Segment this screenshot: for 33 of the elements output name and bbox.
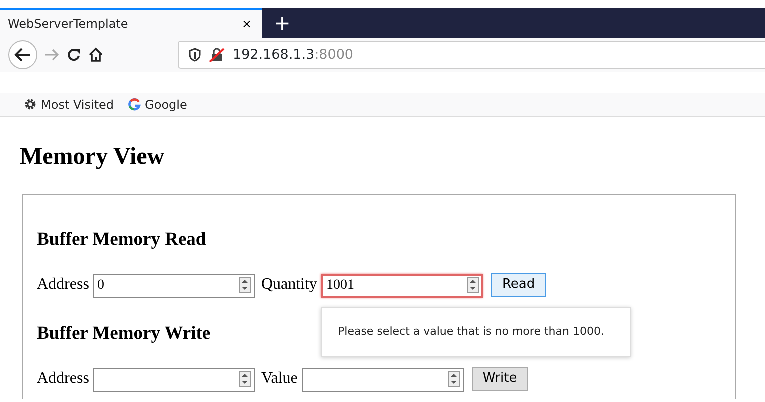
spinner-icon[interactable]: [448, 371, 460, 388]
number-field[interactable]: [93, 368, 256, 392]
submit-button[interactable]: Write: [472, 367, 528, 391]
section-heading: Buffer Memory Write: [37, 322, 211, 346]
url-text: 192.168.1.3:8000: [233, 46, 354, 65]
browser-tab[interactable]: WebServerTemplate ×: [0, 8, 262, 38]
tab-title: WebServerTemplate: [8, 16, 130, 33]
spinner-icon[interactable]: [467, 276, 480, 293]
spinner-icon[interactable]: [239, 276, 252, 293]
bookmark-link[interactable]: Google: [128, 96, 188, 114]
home-icon[interactable]: [88, 47, 104, 63]
shield-icon: [189, 48, 201, 62]
reload-icon[interactable]: [66, 47, 82, 63]
field-label: Address: [37, 274, 90, 295]
validation-tooltip: Please select a value that is no more than 1000.: [321, 306, 631, 358]
tab-close-button[interactable]: ×: [242, 15, 252, 33]
gear-icon: [24, 98, 37, 111]
section-heading: Buffer Memory Read: [37, 228, 206, 251]
field-label: Value: [261, 369, 298, 390]
address-bar[interactable]: 192.168.1.3:8000: [178, 41, 765, 69]
field-label: Address: [37, 369, 90, 390]
insecure-lock-icon: [209, 48, 225, 62]
number-field[interactable]: [302, 368, 464, 392]
field-label: Quantity: [261, 274, 318, 295]
number-field[interactable]: 1001: [321, 274, 484, 298]
new-tab-button[interactable]: +: [262, 8, 303, 38]
bookmark-link[interactable]: Most Visited: [24, 96, 114, 114]
spinner-icon[interactable]: [239, 371, 252, 388]
page-heading: Memory View: [20, 143, 166, 172]
google-g-icon: [128, 98, 142, 111]
back-button[interactable]: [8, 40, 38, 70]
submit-button[interactable]: Read: [491, 273, 546, 297]
number-field[interactable]: 0: [93, 274, 256, 298]
